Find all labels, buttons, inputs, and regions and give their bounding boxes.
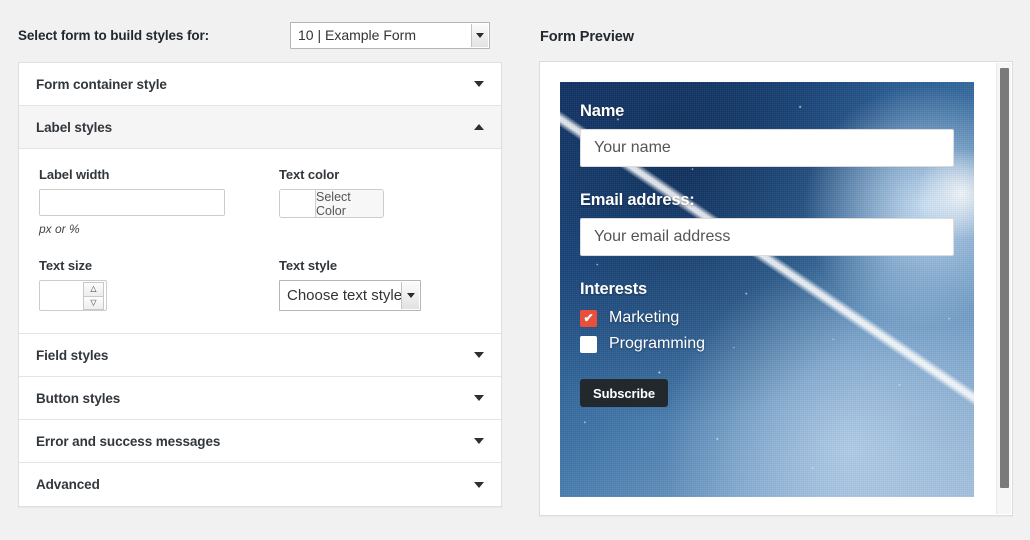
form-selector-dropdown[interactable]: 10 | Example Form [290, 22, 490, 49]
accordion-title: Button styles [36, 391, 120, 406]
select-color-button[interactable]: Select Color [316, 190, 383, 217]
form-selector-row: Select form to build styles for: 10 | Ex… [18, 0, 502, 62]
preview-form: Name Your name Email address: Your email… [580, 102, 954, 407]
accordion-title: Advanced [36, 477, 100, 492]
accordion-title: Label styles [36, 120, 112, 135]
preview-form-canvas: Name Your name Email address: Your email… [560, 82, 974, 497]
text-size-label: Text size [39, 258, 279, 273]
form-selector-arrow-button[interactable] [471, 24, 488, 47]
chevron-down-icon [407, 293, 415, 298]
text-style-label: Text style [279, 258, 481, 273]
accordion-header-field-styles[interactable]: Field styles [19, 334, 501, 377]
chevron-down-icon[interactable]: ▽ [83, 297, 104, 311]
text-style-field: Text style Choose text style.. [279, 258, 481, 311]
text-style-value: Choose text style.. [287, 287, 410, 304]
color-swatch[interactable] [280, 190, 316, 217]
preview-checkbox-row-marketing[interactable]: ✔ Marketing [580, 309, 954, 327]
preview-scrollbar-thumb[interactable] [1000, 68, 1009, 488]
chevron-down-icon [474, 395, 484, 401]
text-style-arrow-button[interactable] [401, 282, 419, 309]
text-style-dropdown[interactable]: Choose text style.. [279, 280, 421, 311]
preview-field-label-name: Name [580, 102, 954, 121]
page-root: Select form to build styles for: 10 | Ex… [0, 0, 1030, 540]
chevron-down-icon [474, 482, 484, 488]
style-accordion: Form container style Label styles Label … [18, 62, 502, 507]
style-builder-column: Select form to build styles for: 10 | Ex… [18, 0, 502, 507]
checkbox-unchecked-icon[interactable] [580, 336, 597, 353]
label-styles-panel: Label width px or % Text color Select Co… [19, 149, 501, 334]
form-preview-title: Form Preview [539, 0, 1013, 61]
preview-field-label-email: Email address: [580, 191, 954, 210]
subscribe-button[interactable]: Subscribe [580, 379, 668, 407]
form-selector-value: 10 | Example Form [298, 27, 416, 43]
accordion-header-form-container-style[interactable]: Form container style [19, 63, 501, 106]
accordion-header-button-styles[interactable]: Button styles [19, 377, 501, 420]
text-size-stepper[interactable]: △ ▽ [39, 280, 107, 311]
form-preview-column: Form Preview Name Your name Email addres… [539, 0, 1013, 516]
preview-interests-title: Interests [580, 280, 954, 299]
chevron-up-icon [474, 124, 484, 130]
chevron-up-icon[interactable]: △ [83, 282, 104, 297]
text-color-picker[interactable]: Select Color [279, 189, 384, 218]
preview-email-input[interactable]: Your email address [580, 218, 954, 256]
preview-checkbox-label-marketing: Marketing [609, 309, 679, 327]
preview-checkbox-label-programming: Programming [609, 335, 705, 353]
text-color-field: Text color Select Color [279, 167, 481, 236]
text-size-spinner-buttons: △ ▽ [83, 282, 104, 310]
accordion-title: Form container style [36, 77, 167, 92]
check-mark-icon: ✔ [583, 312, 593, 324]
checkbox-checked-icon[interactable]: ✔ [580, 310, 597, 327]
text-size-field: Text size △ ▽ [39, 258, 279, 311]
accordion-header-label-styles[interactable]: Label styles [19, 106, 501, 149]
text-color-label: Text color [279, 167, 481, 182]
label-styles-field-grid: Label width px or % Text color Select Co… [39, 167, 481, 311]
preview-name-input[interactable]: Your name [580, 129, 954, 167]
chevron-down-icon [474, 438, 484, 444]
accordion-header-advanced[interactable]: Advanced [19, 463, 501, 506]
accordion-title: Field styles [36, 348, 108, 363]
form-selector-label: Select form to build styles for: [18, 28, 290, 43]
preview-checkbox-row-programming[interactable]: Programming [580, 335, 954, 353]
label-width-label: Label width [39, 167, 279, 182]
preview-scrollbar[interactable] [996, 63, 1011, 514]
chevron-down-icon [476, 33, 484, 38]
accordion-title: Error and success messages [36, 434, 220, 449]
label-width-field: Label width px or % [39, 167, 279, 236]
chevron-down-icon [474, 81, 484, 87]
label-width-helper-text: px or % [39, 222, 279, 236]
form-preview-box: Name Your name Email address: Your email… [539, 61, 1013, 516]
label-width-input[interactable] [39, 189, 225, 216]
chevron-down-icon [474, 352, 484, 358]
accordion-header-error-and-success-messages[interactable]: Error and success messages [19, 420, 501, 463]
